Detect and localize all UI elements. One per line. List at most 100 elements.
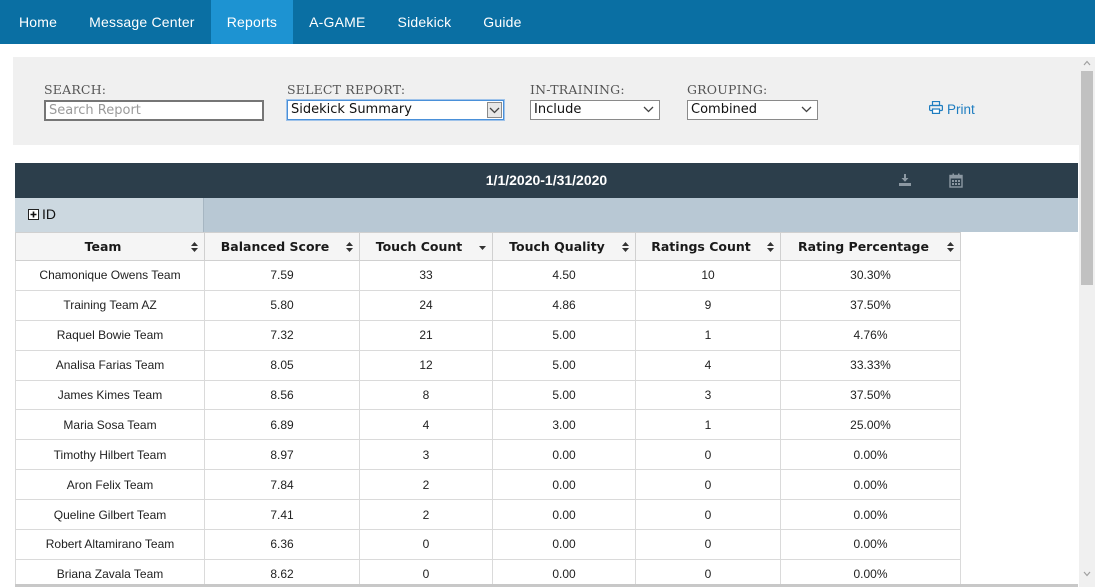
cell-touch-quality: 3.00 (492, 409, 636, 441)
nav-item-sidekick[interactable]: Sidekick (382, 0, 468, 44)
cell-touch-quality: 0.00 (492, 439, 636, 471)
cell-ratings-count: 0 (635, 469, 781, 501)
report-select[interactable]: Sidekick Summary (287, 100, 504, 120)
cell-rating-percentage: 0.00% (780, 469, 961, 501)
cell-touch-count: 24 (359, 289, 493, 321)
table-row[interactable]: Raquel Bowie Team 7.32 21 5.00 1 4.76% (15, 319, 961, 351)
table-row[interactable]: Analisa Farias Team 8.05 12 5.00 4 33.33% (15, 349, 961, 381)
column-header-touch-count[interactable]: Touch Count (359, 232, 493, 261)
cell-team: Aron Felix Team (15, 469, 205, 501)
grouping-select-value: Combined (691, 102, 758, 117)
table-row[interactable]: Robert Altamirano Team 6.36 0 0.00 0 0.00% (15, 529, 961, 560)
cell-touch-quality: 0.00 (492, 529, 636, 560)
table-row[interactable]: Training Team AZ 5.80 24 4.86 9 37.50% (15, 289, 961, 321)
cell-balanced-score: 8.56 (204, 379, 360, 411)
cell-rating-percentage: 4.76% (780, 319, 961, 351)
search-input[interactable]: Search Report (44, 100, 264, 121)
cell-team: Timothy Hilbert Team (15, 439, 205, 471)
nav-item-guide[interactable]: Guide (467, 0, 537, 44)
group-bar: ID (15, 198, 1078, 232)
column-header-team[interactable]: Team (15, 232, 205, 261)
scrollbar-thumb[interactable] (1081, 71, 1093, 285)
cell-touch-count: 21 (359, 319, 493, 351)
cell-touch-count: 12 (359, 349, 493, 381)
cell-touch-count: 3 (359, 439, 493, 471)
cell-touch-count: 4 (359, 409, 493, 441)
cell-rating-percentage: 0.00% (780, 439, 961, 471)
column-header-rating-percentage[interactable]: Rating Percentage (780, 232, 961, 261)
grouping-select[interactable]: Combined (687, 100, 818, 120)
nav-item-message-center[interactable]: Message Center (73, 0, 211, 44)
cell-touch-quality: 0.00 (492, 499, 636, 531)
nav-item-home[interactable]: Home (0, 0, 73, 44)
cell-ratings-count: 10 (635, 260, 781, 291)
cell-ratings-count: 4 (635, 349, 781, 381)
cell-balanced-score: 5.80 (204, 289, 360, 321)
cell-rating-percentage: 0.00% (780, 529, 961, 560)
table-row[interactable]: Timothy Hilbert Team 8.97 3 0.00 0 0.00% (15, 439, 961, 471)
cell-ratings-count: 0 (635, 439, 781, 471)
cell-rating-percentage: 33.33% (780, 349, 961, 381)
table-row[interactable]: Chamonique Owens Team 7.59 33 4.50 10 30.30% (15, 260, 961, 291)
report-table: Team Balanced Score Touch Count Touch Qu… (15, 232, 961, 587)
cell-rating-percentage: 25.00% (780, 409, 961, 441)
top-nav: Home Message Center Reports A-GAME Sidek… (0, 0, 1095, 44)
select-report-label: SELECT REPORT: (287, 82, 406, 97)
table-row[interactable]: Queline Gilbert Team 7.41 2 0.00 0 0.00% (15, 499, 961, 531)
cell-balanced-score: 6.89 (204, 409, 360, 441)
cell-team: Raquel Bowie Team (15, 319, 205, 351)
sort-desc-icon (479, 246, 486, 250)
cell-rating-percentage: 37.50% (780, 379, 961, 411)
in-training-select[interactable]: Include (530, 100, 660, 120)
expand-icon[interactable] (28, 209, 39, 220)
sort-icon (947, 242, 954, 252)
in-training-label: IN-TRAINING: (530, 82, 625, 97)
print-label: Print (947, 101, 975, 117)
cell-balanced-score: 8.97 (204, 439, 360, 471)
column-header-touch-quality[interactable]: Touch Quality (492, 232, 636, 261)
table-row[interactable]: James Kimes Team 8.56 8 5.00 3 37.50% (15, 379, 961, 411)
nav-item-a-game[interactable]: A-GAME (293, 0, 381, 44)
cell-touch-quality: 5.00 (492, 379, 636, 411)
table-row[interactable]: Briana Zavala Team 8.62 0 0.00 0 0.00% (15, 558, 961, 587)
filter-panel: SEARCH: Search Report SELECT REPORT: Sid… (13, 57, 1079, 145)
cell-touch-count: 33 (359, 260, 493, 291)
cell-touch-count: 0 (359, 558, 493, 587)
scroll-up-icon (1083, 60, 1091, 66)
cell-rating-percentage: 30.30% (780, 260, 961, 291)
sort-icon (622, 242, 629, 252)
table-row[interactable]: Maria Sosa Team 6.89 4 3.00 1 25.00% (15, 409, 961, 441)
cell-balanced-score: 7.41 (204, 499, 360, 531)
date-range: 1/1/2020-1/31/2020 (485, 172, 608, 188)
group-label: ID (42, 206, 56, 222)
report-header-bar: 1/1/2020-1/31/2020 (15, 163, 1078, 198)
in-training-select-value: Include (534, 102, 582, 117)
cell-team: Queline Gilbert Team (15, 499, 205, 531)
cell-balanced-score: 7.59 (204, 260, 360, 291)
column-header-balanced-score[interactable]: Balanced Score (204, 232, 360, 261)
grouping-label: GROUPING: (687, 82, 768, 97)
column-header-ratings-count[interactable]: Ratings Count (635, 232, 781, 261)
table-header-row: Team Balanced Score Touch Count Touch Qu… (15, 232, 961, 261)
nav-item-reports[interactable]: Reports (210, 0, 294, 44)
cell-ratings-count: 9 (635, 289, 781, 321)
sort-icon (346, 242, 353, 252)
cell-balanced-score: 8.05 (204, 349, 360, 381)
print-button[interactable]: Print (929, 100, 975, 117)
cell-team: Analisa Farias Team (15, 349, 205, 381)
cell-balanced-score: 8.62 (204, 558, 360, 587)
cell-ratings-count: 1 (635, 409, 781, 441)
cell-balanced-score: 7.32 (204, 319, 360, 351)
table-row[interactable]: Aron Felix Team 7.84 2 0.00 0 0.00% (15, 469, 961, 501)
cell-ratings-count: 3 (635, 379, 781, 411)
cell-team: Briana Zavala Team (15, 558, 205, 587)
calendar-icon[interactable] (949, 173, 963, 193)
report-select-value: Sidekick Summary (291, 102, 412, 117)
cell-team: Maria Sosa Team (15, 409, 205, 441)
download-icon[interactable] (898, 173, 912, 192)
group-cell-id[interactable]: ID (15, 198, 204, 232)
cell-balanced-score: 7.84 (204, 469, 360, 501)
cell-touch-quality: 4.86 (492, 289, 636, 321)
cell-touch-quality: 0.00 (492, 558, 636, 587)
vertical-scrollbar[interactable] (1079, 57, 1095, 587)
